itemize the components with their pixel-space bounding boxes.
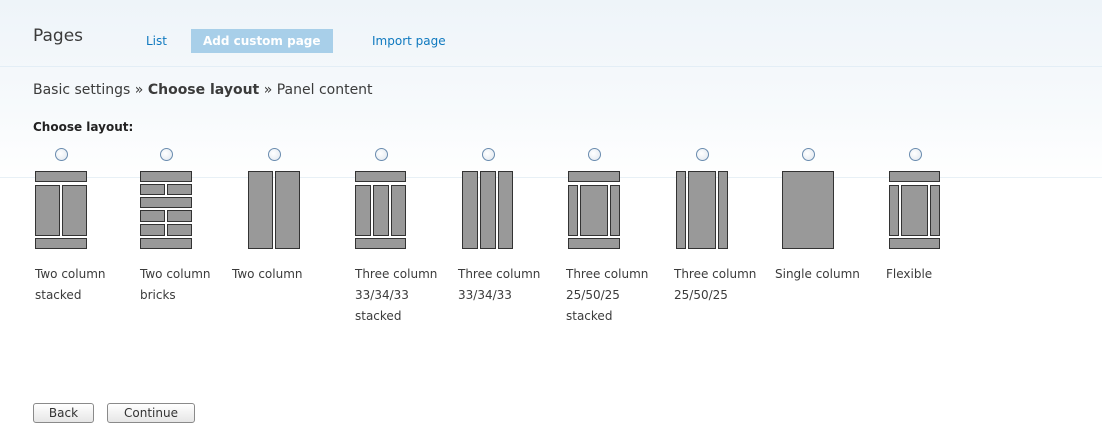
- layout-option-label: Two column: [232, 267, 303, 281]
- radio-two-column-bricks[interactable]: [160, 148, 173, 161]
- breadcrumb: Basic settings » Choose layout » Panel c…: [33, 82, 373, 98]
- layout-threecol-25-50-25-icon: [676, 171, 728, 249]
- layout-twocol-bricks-icon: [140, 171, 192, 249]
- tab-import-page[interactable]: Import page: [372, 29, 446, 53]
- breadcrumb-separator: »: [263, 82, 273, 98]
- page-title: Pages: [33, 26, 84, 46]
- layout-twocol-icon: [248, 171, 300, 249]
- radio-three-column-33-34-33-stacked[interactable]: [375, 148, 388, 161]
- back-button[interactable]: Back: [33, 403, 94, 423]
- radio-three-column-25-50-25-stacked[interactable]: [588, 148, 601, 161]
- layout-option-label: Three column 25/50/25: [674, 267, 757, 302]
- breadcrumb-step-panel-content: Panel content: [276, 82, 373, 98]
- layout-threecol-33-34-33-stacked-icon: [355, 171, 406, 249]
- continue-button[interactable]: Continue: [107, 403, 195, 423]
- layout-onecol-icon: [782, 171, 834, 249]
- radio-three-column-33-34-33[interactable]: [482, 148, 495, 161]
- radio-single-column[interactable]: [802, 148, 815, 161]
- radio-two-column-stacked[interactable]: [55, 148, 68, 161]
- breadcrumb-step-basic-settings: Basic settings: [33, 82, 131, 98]
- layout-threecol-33-34-33-icon: [462, 171, 513, 249]
- radio-flexible[interactable]: [909, 148, 922, 161]
- tab-list[interactable]: List: [146, 29, 167, 53]
- radio-two-column[interactable]: [268, 148, 281, 161]
- layout-option-label: Three column 25/50/25 stacked: [566, 267, 649, 323]
- breadcrumb-separator: »: [134, 82, 144, 98]
- layout-twocol-stacked-icon: [35, 171, 87, 249]
- tab-add-custom-page[interactable]: Add custom page: [191, 29, 333, 53]
- layout-flexible-icon: [889, 171, 940, 249]
- layout-option-label: Two column bricks: [140, 267, 211, 302]
- radio-three-column-25-50-25[interactable]: [696, 148, 709, 161]
- layout-option-label: Three column 33/34/33: [458, 267, 541, 302]
- page-header: Pages List Add custom page Import page: [0, 0, 1102, 67]
- layout-option-label: Single column: [775, 267, 860, 281]
- layout-option-label: Flexible: [886, 267, 933, 281]
- breadcrumb-step-choose-layout: Choose layout: [147, 82, 260, 98]
- layout-threecol-25-50-25-stacked-icon: [568, 171, 620, 249]
- layout-option-label: Three column 33/34/33 stacked: [355, 267, 438, 323]
- layout-option-label: Two column stacked: [35, 267, 106, 302]
- choose-layout-label: Choose layout:: [33, 120, 134, 134]
